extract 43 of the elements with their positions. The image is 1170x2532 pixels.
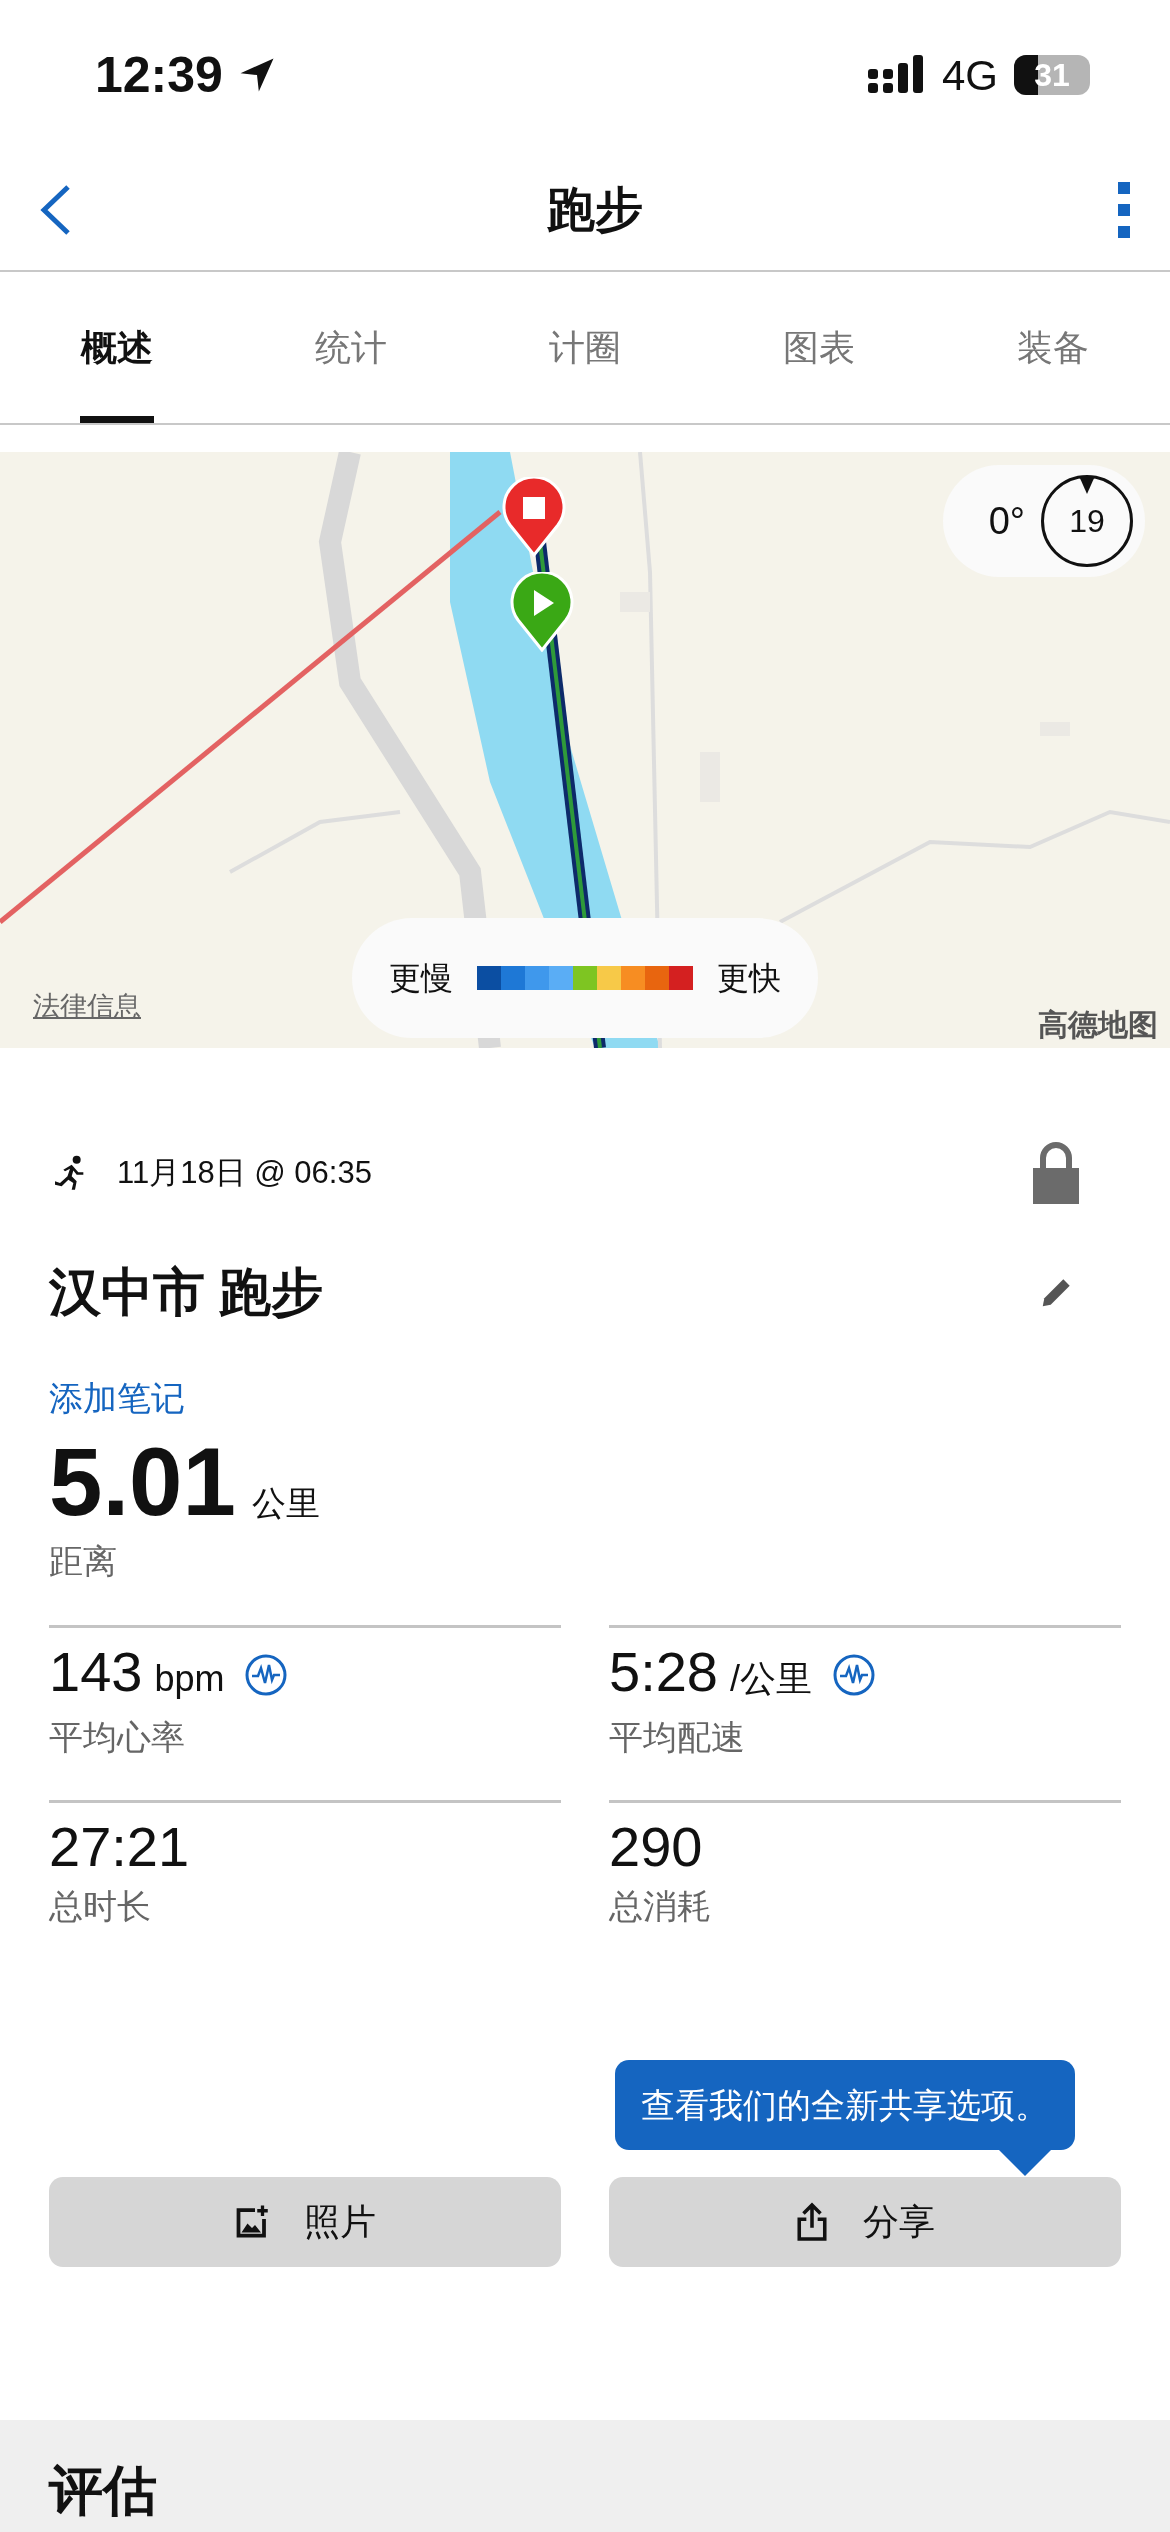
share-button[interactable]: 分享	[609, 2177, 1121, 2267]
tab[interactable]: 统计	[234, 272, 468, 423]
waveform-circle-icon[interactable]	[832, 1653, 876, 1697]
status-time: 12:39	[95, 45, 223, 105]
north-pointer-icon	[1079, 476, 1095, 494]
legend-label: 更快	[717, 959, 781, 998]
distance-label: 距离	[49, 1541, 117, 1582]
zoom-level-label: 19	[1069, 502, 1105, 541]
distance-unit: 公里	[251, 1483, 320, 1524]
photo-button[interactable]: 照片	[49, 2177, 561, 2267]
stat-label: 平均心率	[49, 1717, 185, 1758]
tab[interactable]: 图表	[702, 272, 936, 423]
stat-label: 总时长	[49, 1886, 151, 1927]
tab[interactable]: 概述	[0, 272, 234, 423]
legal-info-link[interactable]: 法律信息	[33, 986, 141, 1027]
stat-label: 平均配速	[609, 1717, 745, 1758]
stat-value: 290	[609, 1819, 703, 1875]
distance-value: 5.01	[49, 1434, 236, 1530]
map-attribution: 高德地图	[1038, 1007, 1158, 1043]
stat-label: 总消耗	[609, 1886, 711, 1927]
tab[interactable]: 计圈	[468, 272, 702, 423]
start-marker-icon	[510, 572, 574, 652]
stat-unit: bpm	[154, 1657, 225, 1701]
stat-value: 143	[49, 1644, 143, 1700]
lock-icon[interactable]	[1031, 1142, 1081, 1204]
heading-label: 0°	[988, 498, 1025, 544]
stat-unit: /公里	[730, 1657, 812, 1701]
page-title: 跑步	[547, 182, 643, 238]
signal-icon	[867, 55, 926, 95]
stat-value: 5:28	[609, 1644, 718, 1700]
legend-label: 更慢	[389, 959, 453, 998]
tab[interactable]: 装备	[936, 272, 1170, 423]
activity-datetime: 11月18日 @ 06:35	[117, 1153, 372, 1192]
more-menu-icon[interactable]	[1116, 182, 1132, 238]
section-title: 评估	[49, 2460, 157, 2520]
add-note-link[interactable]: 添加笔记	[49, 1379, 185, 1417]
network-label: 4G	[941, 50, 998, 101]
finish-marker-icon	[502, 477, 566, 557]
add-photo-icon	[234, 2204, 270, 2240]
share-icon	[795, 2202, 829, 2242]
stat-value: 27:21	[49, 1819, 190, 1875]
activity-title: 汉中市 跑步	[49, 1262, 324, 1323]
waveform-circle-icon[interactable]	[244, 1653, 289, 1697]
